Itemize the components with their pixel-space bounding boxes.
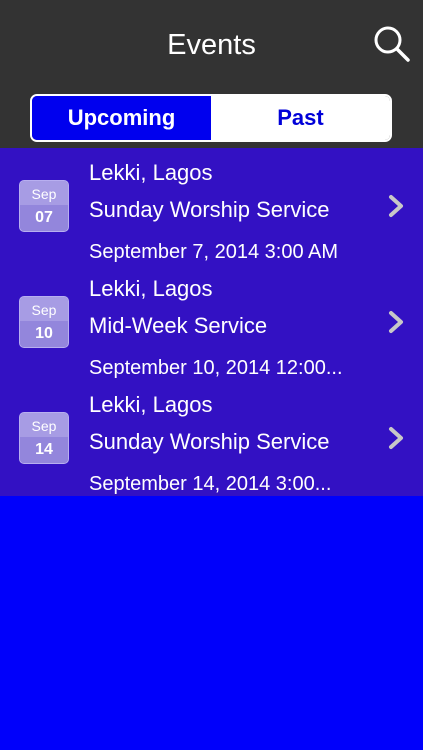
event-name: Sunday Worship Service [89,429,330,454]
date-badge-day: 10 [20,321,68,347]
date-badge: Sep 14 [19,412,69,464]
date-badge: Sep 07 [19,180,69,232]
events-list: Sep 07 Lekki, Lagos Sunday Worship Servi… [0,148,423,496]
event-location: Lekki, Lagos [89,160,213,185]
event-row[interactable]: Sep 14 Lekki, Lagos Sunday Worship Servi… [0,380,423,496]
date-badge-month: Sep [20,297,68,321]
chevron-right-icon [389,311,403,333]
event-location: Lekki, Lagos [89,392,213,417]
chevron-right-icon [389,195,403,217]
event-name: Mid-Week Service [89,313,268,338]
date-badge-month: Sep [20,181,68,205]
tab-past[interactable]: Past [211,96,390,140]
events-filter-segmented-control: Upcoming Past [30,94,392,142]
event-location: Lekki, Lagos [89,276,213,301]
event-datetime: September 10, 2014 12:00... [89,357,343,379]
event-row[interactable]: Sep 07 Lekki, Lagos Sunday Worship Servi… [0,148,423,264]
date-badge: Sep 10 [19,296,69,348]
date-badge-day: 14 [20,437,68,463]
event-datetime: September 7, 2014 3:00 AM [89,241,339,263]
search-button[interactable] [372,24,412,64]
event-name: Sunday Worship Service [89,197,330,222]
header-bar: Events Upcoming Past [0,0,423,148]
chevron-right-icon [389,427,403,449]
search-icon [374,26,410,62]
date-badge-month: Sep [20,413,68,437]
date-badge-day: 07 [20,205,68,231]
event-datetime: September 14, 2014 3:00... [89,473,332,495]
page-title: Events [167,29,256,61]
tab-upcoming[interactable]: Upcoming [32,96,211,140]
event-row[interactable]: Sep 10 Lekki, Lagos Mid-Week Service Sep… [0,264,423,380]
